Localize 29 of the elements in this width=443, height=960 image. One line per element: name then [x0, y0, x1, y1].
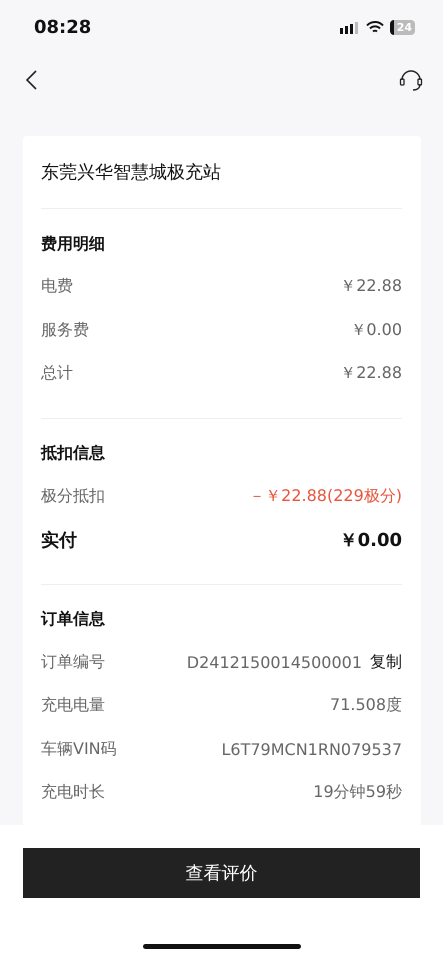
row-value: －￥22.88(229极分) — [249, 486, 402, 507]
row-label: 充电时长 — [41, 782, 105, 804]
section-title: 抵扣信息 — [41, 442, 106, 464]
row-label: 极分抵扣 — [41, 486, 105, 507]
row-label: 电费 — [41, 276, 73, 298]
view-review-button[interactable]: 查看评价 — [23, 848, 420, 898]
row-value: ￥22.88 — [340, 363, 402, 384]
row-label: 车辆VIN码 — [41, 738, 117, 760]
row-value: ￥22.88 — [340, 276, 402, 298]
battery-level: 24 — [390, 20, 415, 35]
signal-icon — [340, 22, 360, 34]
row-label: 总计 — [41, 363, 73, 384]
row-value: 19分钟59秒 — [313, 782, 402, 804]
row-value: ￥0.00 — [350, 320, 402, 341]
back-icon[interactable] — [24, 69, 38, 91]
row-value: 71.508度 — [330, 695, 402, 716]
station-name: 东莞兴华智慧城极充站 — [41, 136, 402, 209]
row-value: ￥0.00 — [340, 528, 402, 552]
row-value: L6T79MCN1RN079537 — [221, 740, 402, 759]
status-time: 08:28 — [34, 17, 92, 38]
copy-button[interactable]: 复制 — [370, 652, 402, 673]
row-value: D2412150014500001 — [186, 652, 362, 672]
row-label: 订单编号 — [41, 652, 105, 673]
row-label: 充电电量 — [41, 695, 105, 716]
wifi-icon — [366, 21, 384, 34]
row-label: 服务费 — [41, 320, 89, 341]
row-label: 实付 — [41, 528, 77, 552]
section-title: 费用明细 — [41, 232, 106, 254]
section-title: 订单信息 — [41, 608, 106, 630]
